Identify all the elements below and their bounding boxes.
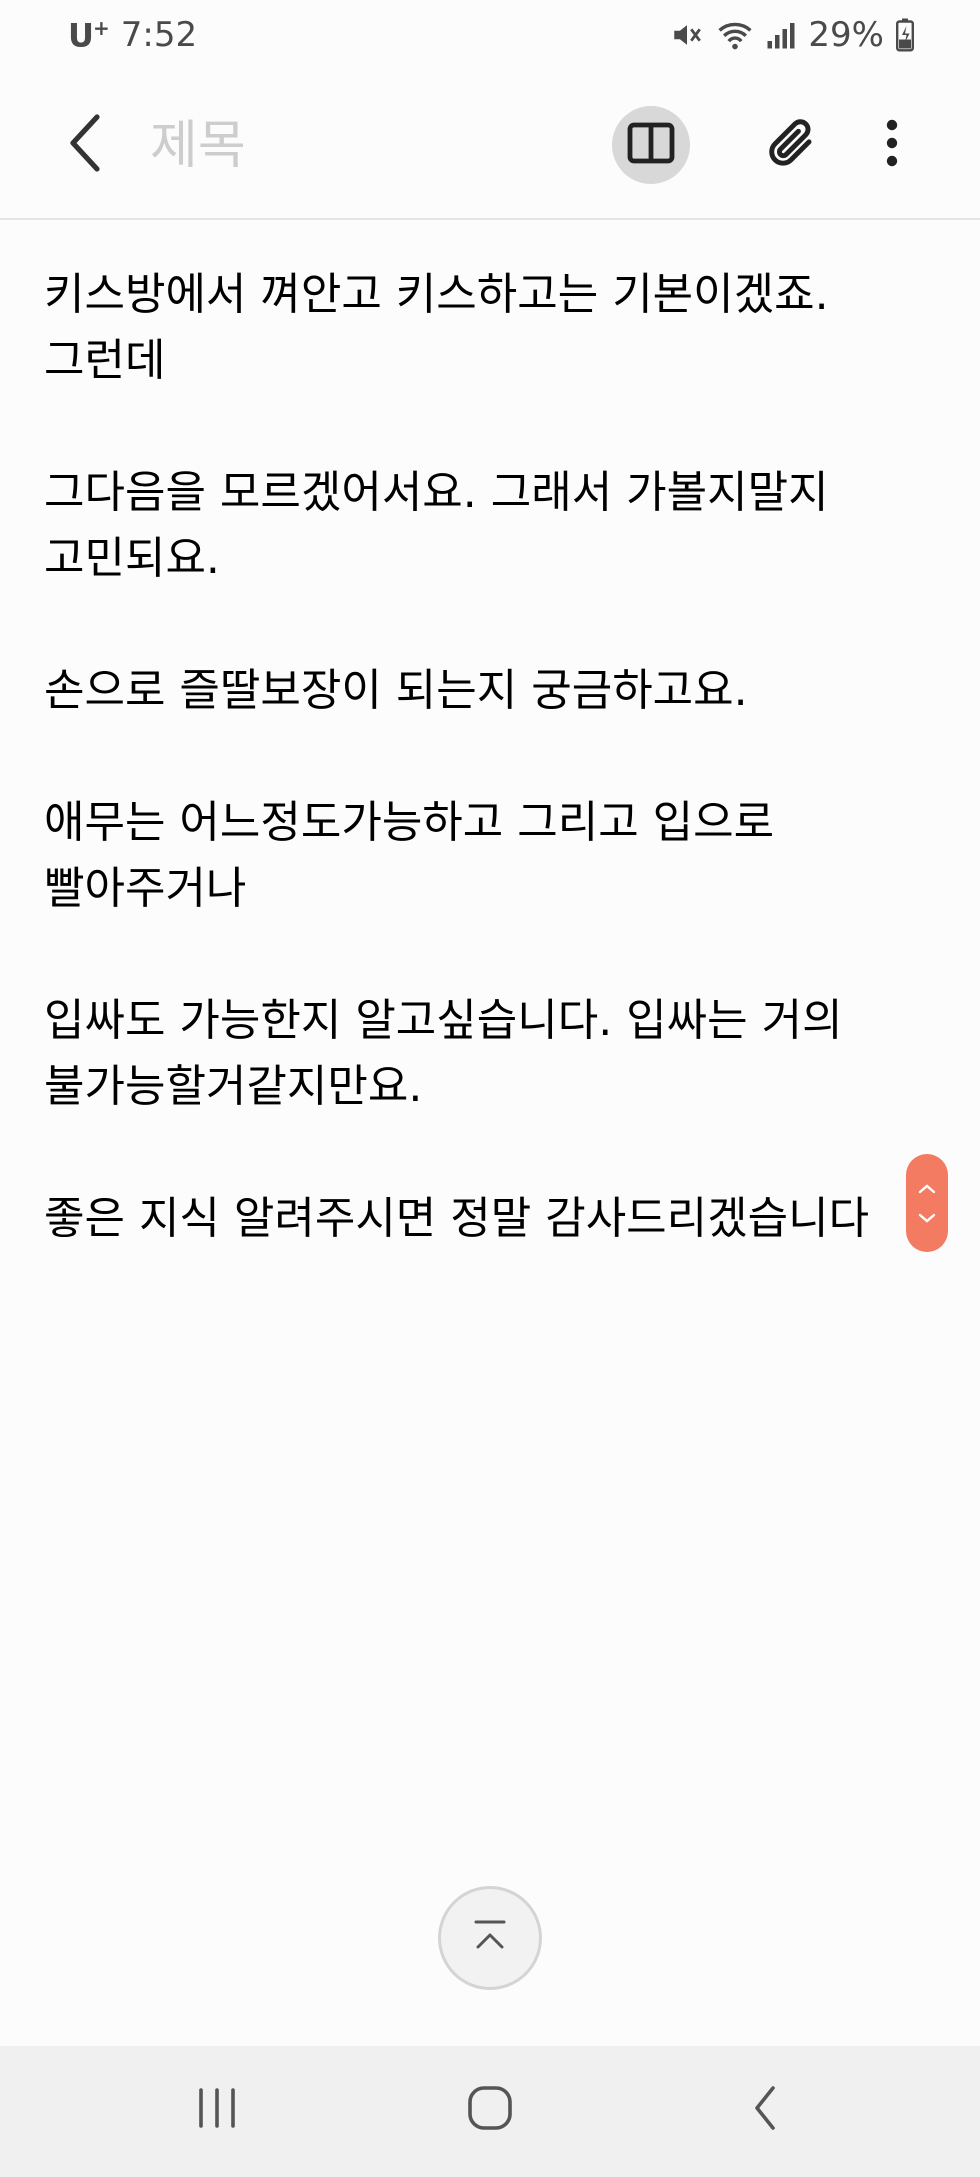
note-paragraph: 좋은 지식 알려주시면 정말 감사드리겠습니다 <box>44 1193 870 1244</box>
carrier-name: U <box>68 16 94 55</box>
reading-mode-button[interactable] <box>612 106 690 184</box>
signal-icon <box>766 20 796 50</box>
status-left: U+ 7:52 <box>68 15 197 55</box>
note-body[interactable]: 키스방에서 껴안고 키스하고는 기본이겠죠.그런데 그다음을 모르겠어서요. 그… <box>44 262 944 1318</box>
wifi-icon <box>716 18 754 52</box>
scroll-top-icon <box>470 1919 510 1957</box>
chevron-up-icon <box>918 1179 936 1198</box>
chevron-down-icon <box>918 1208 936 1227</box>
more-vertical-icon <box>886 119 898 171</box>
note-paragraph: 그다음을 모르겠어서요. 그래서 가볼지말지 고민되요. <box>44 467 829 584</box>
scroll-thumb[interactable] <box>906 1154 948 1252</box>
note-paragraph: 입싸도 가능한지 알고싶습니다. 입싸는 거의 불가능할거같지만요. <box>44 995 843 1112</box>
back-button[interactable] <box>50 110 120 180</box>
carrier-label: U+ <box>68 15 110 55</box>
title-input[interactable] <box>150 114 570 178</box>
status-bar: U+ 7:52 29% <box>0 0 980 70</box>
note-paragraph: 키스방에서 껴안고 키스하고는 기본이겠죠.그런데 <box>44 269 829 386</box>
chevron-left-icon <box>65 113 105 177</box>
note-toolbar <box>0 70 980 220</box>
scroll-to-top-button[interactable] <box>438 1886 542 1990</box>
back-icon <box>751 2084 779 2136</box>
status-right: 29% <box>670 15 914 55</box>
status-time: 7:52 <box>120 15 198 55</box>
book-icon <box>627 122 675 168</box>
note-paragraph: 애무는 어느정도가능하고 그리고 입으로 빨아주거나 <box>44 797 775 914</box>
paperclip-icon <box>764 116 818 174</box>
battery-percent: 29% <box>808 15 884 55</box>
home-button[interactable] <box>445 2070 535 2150</box>
attach-button[interactable] <box>752 106 830 184</box>
mute-icon <box>670 18 704 52</box>
nav-back-button[interactable] <box>720 2070 810 2150</box>
recent-apps-icon <box>195 2088 239 2132</box>
note-paragraph: 손으로 즐딸보장이 되는지 궁금하고요. <box>44 665 748 716</box>
more-options-button[interactable] <box>872 106 912 184</box>
battery-icon <box>896 18 914 52</box>
home-icon <box>466 2084 514 2136</box>
system-nav-bar <box>0 2046 980 2177</box>
recent-apps-button[interactable] <box>172 2070 262 2150</box>
carrier-plus: + <box>92 15 110 40</box>
